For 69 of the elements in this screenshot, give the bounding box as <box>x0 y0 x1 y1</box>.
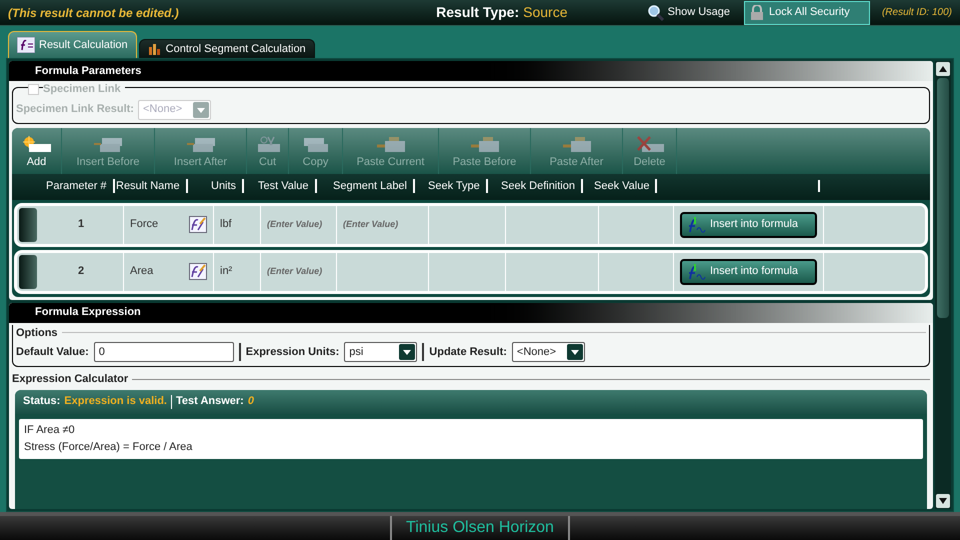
result-type-label: Result Type: <box>436 3 520 22</box>
section-title-bar: Formula Parameters <box>9 61 933 81</box>
toolbar-button[interactable]: Add <box>12 128 62 174</box>
column-header[interactable]: Units <box>211 178 244 192</box>
column-header[interactable]: Test Value <box>258 178 317 192</box>
scroll-up-icon <box>936 62 950 76</box>
tab[interactable]: Control Segment Calculation <box>138 39 315 58</box>
input-field[interactable]: 0 <box>94 342 234 362</box>
row-handle[interactable] <box>19 208 37 242</box>
expression-editor[interactable]: IF Area ≠0 Stress (Force/Area) = Force / Area <box>19 418 923 458</box>
search-icon <box>648 4 664 20</box>
input-field[interactable]: (Enter Value) <box>267 264 322 278</box>
column-header[interactable]: Seek Value <box>594 178 658 192</box>
insert-into-formula-button[interactable]: Insert into formula <box>680 212 817 238</box>
formula-link-icon <box>189 216 207 233</box>
table-cell-text: lbf <box>220 217 232 232</box>
delete-icon <box>636 136 664 152</box>
group-label: Expression Calculator <box>12 372 128 387</box>
field-label: Specimen Link Result: <box>16 102 134 118</box>
status-value: Expression is valid. <box>64 394 167 410</box>
group-label: Options <box>16 326 58 340</box>
column-header[interactable]: Segment Label <box>333 178 415 192</box>
table-cell-text: 1 <box>78 217 84 232</box>
column-header[interactable]: Seek Definition <box>501 178 583 192</box>
paste-icon <box>562 136 590 152</box>
test-answer-value: 0 <box>248 394 254 410</box>
app-title: Tinius Olsen Horizon <box>390 516 570 540</box>
paste-icon <box>376 136 404 152</box>
tab[interactable]: Result Calculation <box>8 31 137 58</box>
column-header[interactable]: Result Name <box>116 178 188 192</box>
expression-line: IF Area ≠0 <box>24 422 76 438</box>
table-cell-text: 2 <box>78 264 84 280</box>
formula-link-icon <box>189 263 207 280</box>
scrollbar[interactable] <box>935 61 951 509</box>
scroll-down-icon <box>936 494 950 508</box>
show-usage-button[interactable]: Show Usage <box>644 0 734 24</box>
input-field[interactable]: (Enter Value) <box>343 218 398 232</box>
table-cell-text: Area <box>130 264 154 280</box>
table-cell-text: in² <box>220 264 232 280</box>
formula-icon <box>17 37 35 53</box>
paste-icon <box>470 136 498 152</box>
lock-all-security-button[interactable]: Lock All Security <box>744 0 870 24</box>
field-label: Update Result: <box>429 344 507 360</box>
insert-row-icon <box>186 136 214 152</box>
field-label: Expression Units: <box>246 344 340 360</box>
column-header[interactable]: Seek Type <box>428 178 488 192</box>
section-title-bar: Formula Expression <box>9 302 933 322</box>
dropdown[interactable]: psi <box>344 342 418 362</box>
formula-icon <box>686 262 706 280</box>
chart-icon <box>148 42 162 56</box>
padlock-icon <box>749 4 765 20</box>
expression-line: Stress (Force/Area) = Force / Area <box>24 440 194 454</box>
edit-notice: (This result cannot be edited.) <box>7 4 180 22</box>
insert-into-formula-button[interactable]: Insert into formula <box>680 258 817 284</box>
input-field[interactable]: (Enter Value) <box>267 218 322 232</box>
test-answer-label: Test Answer: <box>176 394 244 410</box>
copy-icon <box>302 136 330 152</box>
status-label: Status: <box>23 394 60 410</box>
result-id: (Result ID: 100) <box>880 6 953 20</box>
insert-row-icon <box>94 136 122 152</box>
dropdown[interactable]: <None> <box>512 342 585 362</box>
column-header[interactable]: Parameter # <box>46 178 115 192</box>
new-row-icon <box>22 136 50 152</box>
field-label: Default Value: <box>16 344 89 360</box>
table-cell-text: Force <box>130 217 158 232</box>
formula-icon <box>686 216 706 234</box>
row-handle[interactable] <box>19 254 37 288</box>
checkbox-label: Specimen Link <box>43 81 125 98</box>
result-type-value: Source <box>523 3 568 22</box>
